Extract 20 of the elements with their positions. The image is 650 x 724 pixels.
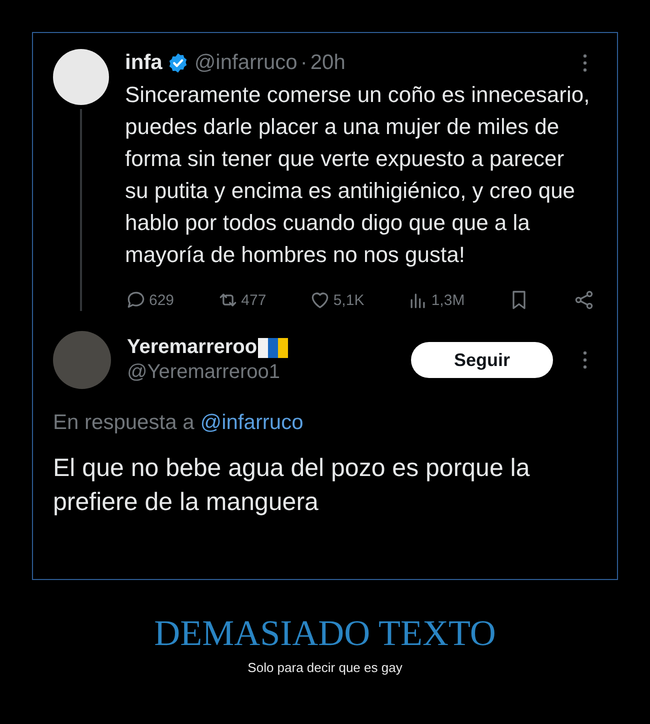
flag-icon bbox=[258, 338, 288, 358]
stat-count: 1,3M bbox=[431, 292, 465, 308]
stat-count: 629 bbox=[149, 292, 174, 308]
user-name[interactable]: infa bbox=[125, 51, 162, 75]
tweet-time: 20h bbox=[310, 51, 346, 75]
user-handle[interactable]: @infarruco bbox=[194, 51, 298, 75]
tweet-text: Sinceramente comerse un coño es innecesario, puedes darle placer a una mujer de miles de forma sin tener que verte expuesto a parecer su putita y encima es antihigiénico, y creo que hablo por todos cuando digo que que a la mayoría de hombres no nos gusta! bbox=[125, 81, 591, 269]
caption-title: DEMASIADO TEXTO bbox=[154, 612, 496, 654]
mention-link[interactable]: @infarruco bbox=[200, 411, 304, 435]
follow-button[interactable]: Seguir bbox=[411, 342, 553, 378]
share-icon[interactable] bbox=[572, 289, 595, 311]
separator-dot: · bbox=[300, 51, 308, 75]
user-name[interactable]: Yeremarreroo bbox=[127, 336, 258, 359]
stat-count: 5,1K bbox=[333, 292, 364, 308]
verified-badge-icon[interactable] bbox=[167, 52, 190, 74]
user-handle[interactable]: @Yeremarreroo1 bbox=[127, 361, 395, 384]
caption-subtitle: Solo para decir que es gay bbox=[248, 660, 402, 675]
stat-count: 477 bbox=[241, 292, 266, 308]
reply-text: El que no bebe agua del pozo es porque la prefiere de la manguera bbox=[53, 453, 531, 518]
reply-context-label: En respuesta a bbox=[53, 411, 194, 435]
